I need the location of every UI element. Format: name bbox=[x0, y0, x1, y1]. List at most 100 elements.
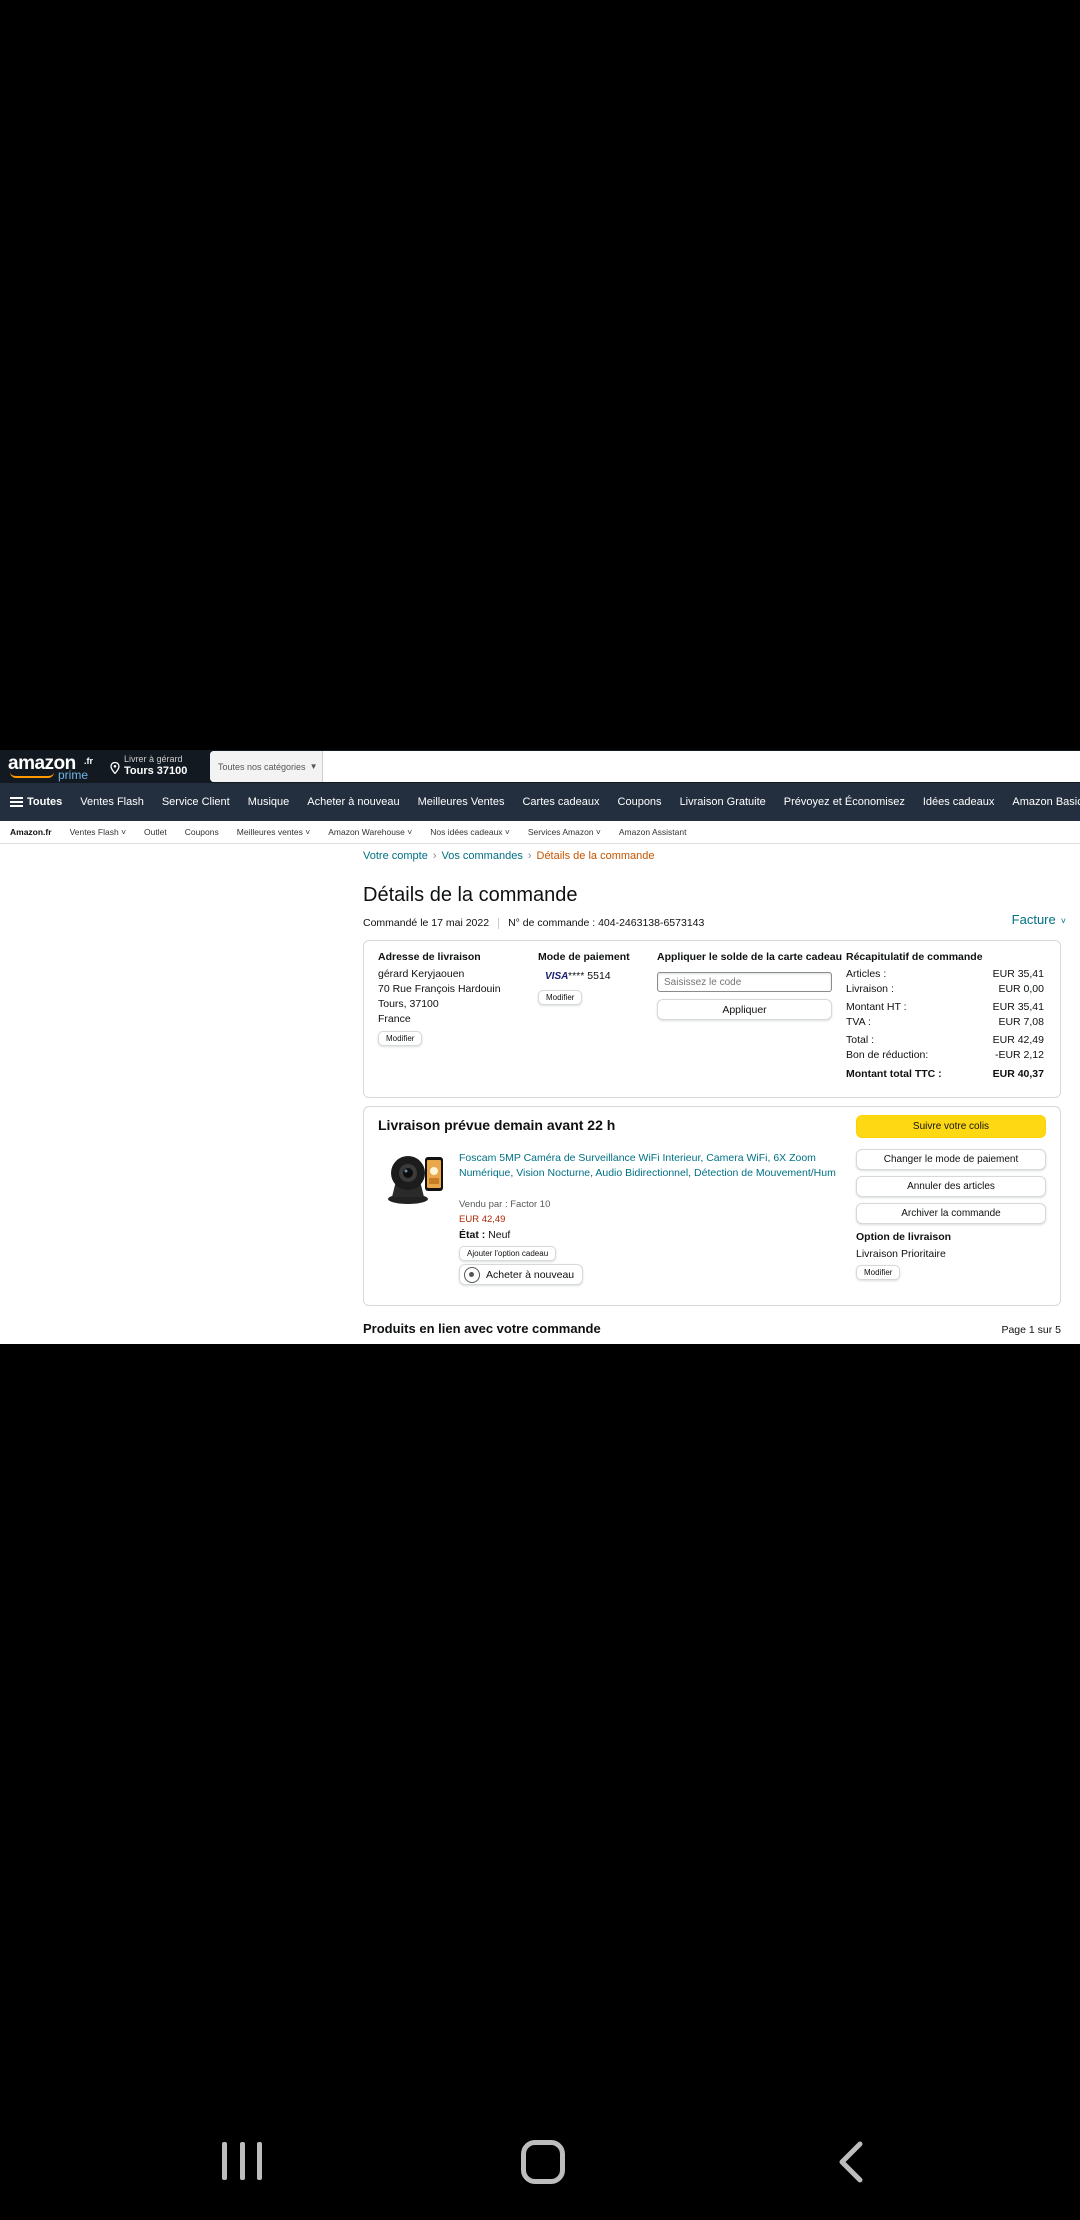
chevron-down-icon: ˅ bbox=[1060, 916, 1066, 926]
product-title-link[interactable]: Foscam 5MP Caméra de Surveillance WiFi I… bbox=[459, 1151, 839, 1181]
meta-divider bbox=[498, 917, 500, 929]
search-category-select[interactable]: Toutes nos catégories ▼ bbox=[210, 751, 323, 782]
rebuy-button[interactable]: Acheter à nouveau bbox=[459, 1264, 584, 1285]
change-payment-button[interactable]: Changer le mode de paiement bbox=[856, 1149, 1046, 1170]
gift-option-button[interactable]: Ajouter l'option cadeau bbox=[459, 1246, 557, 1261]
summary-value: EUR 7,08 bbox=[998, 1016, 1044, 1028]
summary-value: EUR 0,00 bbox=[998, 983, 1044, 995]
condition-label: État : bbox=[459, 1229, 486, 1241]
summary-row-articles: Articles : EUR 35,41 bbox=[846, 968, 1044, 980]
deliver-to[interactable]: Livrer à gérard Tours 37100 bbox=[100, 750, 200, 783]
subnav-item-ventes-flash[interactable]: Ventes Flash ˅ bbox=[61, 827, 135, 837]
summary-label: Total : bbox=[846, 1034, 875, 1046]
related-page-indicator: Page 1 sur 5 bbox=[1001, 1324, 1061, 1336]
summary-row-tva: TVA : EUR 7,08 bbox=[846, 1016, 1044, 1028]
nav-item-idees-cadeaux[interactable]: Idées cadeaux bbox=[914, 783, 1004, 821]
nav-item-meilleures-ventes[interactable]: Meilleures Ventes bbox=[409, 783, 514, 821]
search-category-label: Toutes nos catégories bbox=[218, 761, 306, 772]
nav-item-amazon-basics[interactable]: Amazon Basics bbox=[1003, 783, 1080, 821]
deliver-line1: Livrer à gérard bbox=[124, 754, 183, 764]
nav-item-service-client[interactable]: Service Client bbox=[153, 783, 239, 821]
track-package-button[interactable]: Suivre votre colis bbox=[856, 1115, 1046, 1138]
nav-item-musique[interactable]: Musique bbox=[239, 783, 299, 821]
address-street: 70 Rue François Hardouin bbox=[378, 983, 501, 995]
summary-row-reduction: Bon de réduction: -EUR 2,12 bbox=[846, 1049, 1044, 1061]
delivery-card: Livraison prévue demain avant 22 h Fosca… bbox=[363, 1106, 1061, 1306]
nav-all-menu[interactable]: Toutes bbox=[0, 783, 71, 821]
sold-by: Vendu par : Factor 10 bbox=[459, 1199, 551, 1210]
summary-label: Articles : bbox=[846, 968, 887, 980]
screen: amazon .fr prime Livrer à gérard Tours 3… bbox=[0, 0, 1080, 2220]
subnav-brand[interactable]: Amazon.fr bbox=[0, 827, 61, 837]
address-modify-button[interactable]: Modifier bbox=[378, 1031, 423, 1046]
recents-icon[interactable] bbox=[222, 2142, 262, 2180]
invoice-dropdown[interactable]: Facture ˅ bbox=[1012, 912, 1066, 927]
giftcard-apply-button[interactable]: Appliquer bbox=[657, 999, 832, 1020]
search-bar: Toutes nos catégories ▼ bbox=[210, 751, 1080, 782]
back-icon[interactable] bbox=[830, 2140, 874, 2184]
archive-order-button[interactable]: Archiver la commande bbox=[856, 1203, 1046, 1224]
amazon-logo[interactable]: amazon .fr prime bbox=[0, 750, 100, 783]
nav-item-livraison-gratuite[interactable]: Livraison Gratuite bbox=[671, 783, 775, 821]
shipping-modify-button[interactable]: Modifier bbox=[856, 1265, 901, 1280]
card-number: **** 5514 bbox=[568, 970, 611, 982]
breadcrumb-orders[interactable]: Vos commandes bbox=[442, 850, 523, 862]
system-nav-bar bbox=[0, 2110, 1080, 2210]
order-date: Commandé le 17 mai 2022 bbox=[363, 917, 490, 929]
summary-row-grand-total: Montant total TTC : EUR 40,37 bbox=[846, 1068, 1044, 1080]
summary-value: EUR 35,41 bbox=[992, 968, 1044, 980]
cancel-items-button[interactable]: Annuler des articles bbox=[856, 1176, 1046, 1197]
browser-page: amazon .fr prime Livrer à gérard Tours 3… bbox=[0, 750, 1080, 1344]
breadcrumb-sep: › bbox=[432, 850, 437, 862]
related-products-title: Produits en lien avec votre commande bbox=[363, 1321, 601, 1336]
breadcrumb-account[interactable]: Votre compte bbox=[363, 850, 428, 862]
home-icon[interactable] bbox=[521, 2140, 565, 2184]
product-camera-image[interactable] bbox=[380, 1151, 446, 1207]
summary-value: -EUR 2,12 bbox=[994, 1049, 1044, 1061]
subnav-item-coupons[interactable]: Coupons bbox=[176, 827, 228, 837]
order-meta: Commandé le 17 mai 2022 N° de commande : … bbox=[363, 917, 704, 929]
summary-value: EUR 35,41 bbox=[992, 1001, 1044, 1013]
subnav-item-idees-cadeaux[interactable]: Nos idées cadeaux ˅ bbox=[421, 827, 519, 837]
breadcrumb-sep: › bbox=[527, 850, 532, 862]
subnav-item-assistant[interactable]: Amazon Assistant bbox=[610, 827, 696, 837]
payment-modify-button[interactable]: Modifier bbox=[538, 990, 583, 1005]
giftcard-heading: Appliquer le solde de la carte cadeau bbox=[657, 951, 842, 963]
rebuy-icon bbox=[464, 1266, 480, 1283]
search-input[interactable] bbox=[323, 751, 1080, 782]
nav-item-ventes-flash[interactable]: Ventes Flash bbox=[71, 783, 153, 821]
nav-item-acheter-nouveau[interactable]: Acheter à nouveau bbox=[298, 783, 408, 821]
nav-item-coupons[interactable]: Coupons bbox=[609, 783, 671, 821]
order-number: N° de commande : 404-2463138-6573143 bbox=[508, 917, 705, 929]
sub-nav: Amazon.fr Ventes Flash ˅ Outlet Coupons … bbox=[0, 821, 1080, 844]
summary-value: EUR 42,49 bbox=[992, 1034, 1044, 1046]
payment-heading: Mode de paiement bbox=[538, 951, 630, 963]
subnav-item-outlet[interactable]: Outlet bbox=[135, 827, 176, 837]
address-country: France bbox=[378, 1013, 411, 1025]
logo-smile-icon bbox=[10, 772, 54, 778]
location-pin-icon bbox=[110, 762, 120, 774]
visa-card-icon: VISA bbox=[545, 971, 569, 982]
subnav-item-services[interactable]: Services Amazon ˅ bbox=[519, 827, 610, 837]
invoice-label: Facture bbox=[1011, 912, 1056, 927]
logo-tld: .fr bbox=[84, 756, 93, 766]
address-heading: Adresse de livraison bbox=[378, 951, 481, 963]
delivery-title: Livraison prévue demain avant 22 h bbox=[378, 1117, 616, 1133]
address-name: gérard Keryjaouen bbox=[378, 968, 465, 980]
giftcard-code-input[interactable] bbox=[657, 972, 832, 992]
subnav-item-warehouse[interactable]: Amazon Warehouse ˅ bbox=[319, 827, 421, 837]
rebuy-label: Acheter à nouveau bbox=[486, 1268, 575, 1281]
top-header: amazon .fr prime Livrer à gérard Tours 3… bbox=[0, 750, 1080, 783]
breadcrumb-current: Détails de la commande bbox=[536, 850, 655, 862]
caret-down-icon: ▼ bbox=[309, 762, 318, 771]
nav-all-label: Toutes bbox=[27, 796, 63, 808]
nav-item-cartes-cadeaux[interactable]: Cartes cadeaux bbox=[513, 783, 608, 821]
shipping-option-value: Livraison Prioritaire bbox=[856, 1248, 946, 1260]
page-title: Détails de la commande bbox=[363, 884, 578, 906]
logo-prime: prime bbox=[58, 768, 89, 782]
shipping-option-heading: Option de livraison bbox=[856, 1231, 952, 1243]
summary-value: EUR 40,37 bbox=[992, 1068, 1044, 1080]
breadcrumb: Votre compte › Vos commandes › Détails de la… bbox=[363, 850, 655, 862]
nav-item-prevoyez[interactable]: Prévoyez et Économisez bbox=[775, 783, 914, 821]
subnav-item-meilleures-ventes[interactable]: Meilleures ventes ˅ bbox=[228, 827, 319, 837]
